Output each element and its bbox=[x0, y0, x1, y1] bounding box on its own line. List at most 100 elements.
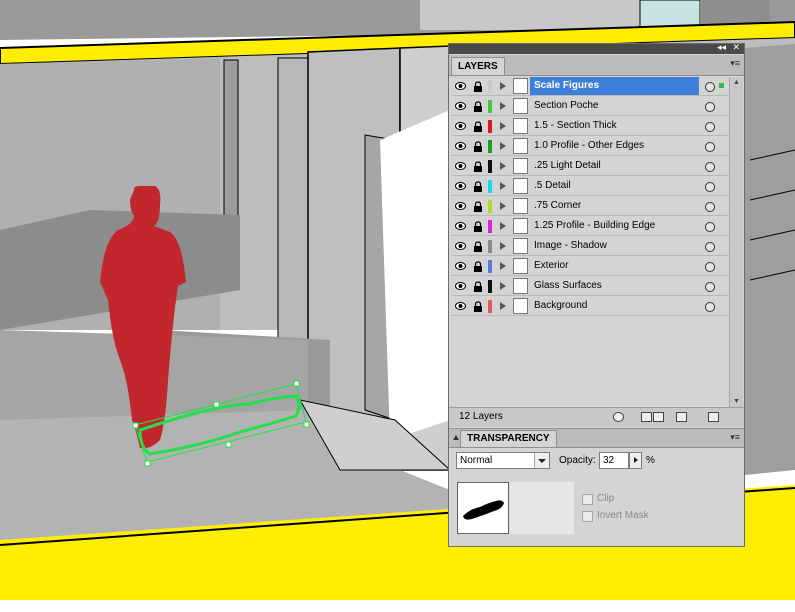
new-layer-icon[interactable] bbox=[676, 412, 687, 422]
target-icon[interactable] bbox=[705, 222, 715, 232]
eye-icon[interactable] bbox=[455, 161, 466, 171]
locate-object-icon[interactable] bbox=[613, 412, 624, 422]
object-thumbnail[interactable] bbox=[457, 482, 509, 534]
eye-icon[interactable] bbox=[455, 281, 466, 291]
layer-name[interactable]: Scale Figures bbox=[530, 77, 699, 95]
target-icon[interactable] bbox=[705, 242, 715, 252]
eye-icon[interactable] bbox=[455, 301, 466, 311]
lock-icon[interactable] bbox=[473, 81, 483, 92]
expand-triangle-icon[interactable] bbox=[500, 302, 506, 310]
target-icon[interactable] bbox=[705, 282, 715, 292]
eye-icon[interactable] bbox=[455, 101, 466, 111]
lock-icon[interactable] bbox=[473, 221, 483, 232]
opacity-input[interactable]: 32 bbox=[599, 452, 629, 469]
lock-icon[interactable] bbox=[473, 301, 483, 312]
layer-row[interactable]: Exterior bbox=[452, 257, 729, 276]
collapse-icon[interactable]: ◂◂ bbox=[717, 42, 726, 53]
lock-icon[interactable] bbox=[473, 101, 483, 112]
expand-triangle-icon[interactable] bbox=[500, 162, 506, 170]
lock-icon[interactable] bbox=[473, 121, 483, 132]
lock-icon[interactable] bbox=[473, 261, 483, 272]
layer-row[interactable]: Glass Surfaces bbox=[452, 277, 729, 296]
target-icon[interactable] bbox=[705, 202, 715, 212]
lock-icon[interactable] bbox=[473, 161, 483, 172]
layer-name[interactable]: Image - Shadow bbox=[530, 237, 699, 255]
trash-icon[interactable] bbox=[708, 412, 719, 422]
layer-name[interactable]: .25 Light Detail bbox=[530, 157, 699, 175]
expand-triangle-icon[interactable] bbox=[500, 222, 506, 230]
target-icon[interactable] bbox=[705, 182, 715, 192]
layer-name[interactable]: Background bbox=[530, 297, 699, 315]
expand-triangle-icon[interactable] bbox=[500, 262, 506, 270]
panel-menu-icon[interactable]: ▾≡ bbox=[730, 58, 740, 69]
layer-name[interactable]: Section Poche bbox=[530, 97, 699, 115]
expand-triangle-icon[interactable] bbox=[500, 102, 506, 110]
layer-row[interactable]: Scale Figures bbox=[452, 77, 729, 96]
lock-icon[interactable] bbox=[473, 241, 483, 252]
tab-layers[interactable]: LAYERS bbox=[451, 57, 505, 75]
lock-icon[interactable] bbox=[473, 181, 483, 192]
collapse-arrow-icon[interactable] bbox=[453, 435, 459, 440]
layer-name[interactable]: 1.0 Profile - Other Edges bbox=[530, 137, 699, 155]
create-sublayer-icon[interactable] bbox=[653, 412, 664, 422]
layer-thumbnail bbox=[513, 178, 528, 194]
clip-checkbox[interactable] bbox=[582, 494, 593, 505]
expand-triangle-icon[interactable] bbox=[500, 182, 506, 190]
target-icon[interactable] bbox=[705, 302, 715, 312]
lock-icon[interactable] bbox=[473, 141, 483, 152]
layer-row[interactable]: .75 Corner bbox=[452, 197, 729, 216]
layer-row[interactable]: 1.0 Profile - Other Edges bbox=[452, 137, 729, 156]
layer-name[interactable]: .75 Corner bbox=[530, 197, 699, 215]
layer-row[interactable]: 1.5 - Section Thick bbox=[452, 117, 729, 136]
tab-transparency[interactable]: TRANSPARENCY bbox=[460, 430, 557, 447]
layer-name[interactable]: 1.25 Profile - Building Edge bbox=[530, 217, 699, 235]
transparency-menu-icon[interactable]: ▾≡ bbox=[730, 432, 740, 443]
expand-triangle-icon[interactable] bbox=[500, 242, 506, 250]
expand-triangle-icon[interactable] bbox=[500, 82, 506, 90]
layers-panel: ◂◂ ✕ LAYERS ▾≡ Scale Figures Section Poch… bbox=[448, 42, 745, 547]
layer-name[interactable]: .5 Detail bbox=[530, 177, 699, 195]
target-icon[interactable] bbox=[705, 122, 715, 132]
lock-icon[interactable] bbox=[473, 201, 483, 212]
target-icon[interactable] bbox=[705, 142, 715, 152]
layer-name[interactable]: 1.5 - Section Thick bbox=[530, 117, 699, 135]
layer-row[interactable]: .25 Light Detail bbox=[452, 157, 729, 176]
eye-icon[interactable] bbox=[455, 81, 466, 91]
blend-mode-select[interactable]: Normal bbox=[456, 452, 550, 469]
expand-triangle-icon[interactable] bbox=[500, 142, 506, 150]
target-icon[interactable] bbox=[705, 262, 715, 272]
panel-titlebar[interactable]: ◂◂ ✕ bbox=[449, 42, 744, 54]
layer-name[interactable]: Exterior bbox=[530, 257, 699, 275]
eye-icon[interactable] bbox=[455, 181, 466, 191]
lock-icon[interactable] bbox=[473, 281, 483, 292]
selection-indicator[interactable] bbox=[719, 83, 724, 88]
eye-icon[interactable] bbox=[455, 261, 466, 271]
expand-triangle-icon[interactable] bbox=[500, 122, 506, 130]
layer-row[interactable]: 1.25 Profile - Building Edge bbox=[452, 217, 729, 236]
expand-triangle-icon[interactable] bbox=[500, 202, 506, 210]
eye-icon[interactable] bbox=[455, 201, 466, 211]
opacity-stepper[interactable] bbox=[629, 452, 642, 469]
target-icon[interactable] bbox=[705, 102, 715, 112]
layer-row[interactable]: Section Poche bbox=[452, 97, 729, 116]
target-icon[interactable] bbox=[705, 162, 715, 172]
make-clipping-mask-icon[interactable] bbox=[641, 412, 652, 422]
layer-thumbnail bbox=[513, 118, 528, 134]
eye-icon[interactable] bbox=[455, 241, 466, 251]
layers-scrollbar[interactable]: ▲ ▼ bbox=[729, 77, 743, 407]
layer-row[interactable]: Image - Shadow bbox=[452, 237, 729, 256]
target-icon[interactable] bbox=[705, 82, 715, 92]
scroll-down-icon[interactable]: ▼ bbox=[733, 398, 740, 405]
invert-mask-checkbox[interactable] bbox=[582, 511, 593, 522]
eye-icon[interactable] bbox=[455, 221, 466, 231]
mask-thumbnail[interactable] bbox=[510, 482, 574, 534]
eye-icon[interactable] bbox=[455, 121, 466, 131]
scroll-up-icon[interactable]: ▲ bbox=[733, 79, 740, 86]
close-icon[interactable]: ✕ bbox=[732, 42, 740, 53]
expand-triangle-icon[interactable] bbox=[500, 282, 506, 290]
eye-icon[interactable] bbox=[455, 141, 466, 151]
layer-row[interactable]: Background bbox=[452, 297, 729, 316]
chevron-down-icon[interactable] bbox=[534, 453, 549, 468]
layer-row[interactable]: .5 Detail bbox=[452, 177, 729, 196]
layer-name[interactable]: Glass Surfaces bbox=[530, 277, 699, 295]
